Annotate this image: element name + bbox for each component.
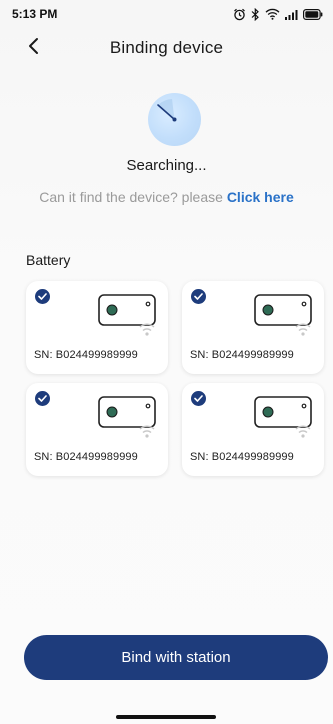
screen: 5:13 PM Binding device Searching... Can … bbox=[0, 0, 333, 724]
alarm-icon bbox=[233, 8, 246, 21]
chevron-left-icon bbox=[27, 37, 41, 60]
status-bar: 5:13 PM bbox=[0, 0, 333, 28]
check-icon[interactable] bbox=[191, 391, 206, 406]
device-card[interactable]: SN: B024499989999 bbox=[26, 383, 168, 476]
check-icon[interactable] bbox=[35, 289, 50, 304]
device-serial: SN: B024499989999 bbox=[34, 451, 138, 463]
find-device-text: Can it find the device? please bbox=[39, 189, 223, 205]
device-card[interactable]: SN: B024499989999 bbox=[26, 281, 168, 374]
device-card[interactable]: SN: B024499989999 bbox=[182, 281, 324, 374]
status-icons bbox=[233, 7, 323, 21]
click-here-link[interactable]: Click here bbox=[227, 189, 294, 205]
back-button[interactable] bbox=[22, 36, 46, 60]
wifi-icon bbox=[265, 8, 280, 20]
device-serial: SN: B024499989999 bbox=[190, 451, 294, 463]
battery-device-icon bbox=[254, 293, 316, 348]
searching-status: Searching... bbox=[126, 157, 207, 174]
device-serial: SN: B024499989999 bbox=[34, 349, 138, 361]
status-time: 5:13 PM bbox=[12, 7, 58, 21]
battery-device-icon bbox=[98, 395, 160, 450]
radar-icon bbox=[148, 93, 201, 146]
signal-icon bbox=[285, 9, 298, 20]
device-serial: SN: B024499989999 bbox=[190, 349, 294, 361]
battery-icon bbox=[303, 8, 323, 20]
check-icon[interactable] bbox=[35, 391, 50, 406]
bluetooth-icon bbox=[251, 7, 260, 21]
page-title: Binding device bbox=[109, 38, 224, 57]
device-card[interactable]: SN: B024499989999 bbox=[182, 383, 324, 476]
find-device-prompt: Can it find the device? please Click her… bbox=[0, 189, 333, 205]
section-label-battery: Battery bbox=[26, 252, 71, 268]
battery-device-icon bbox=[98, 293, 160, 348]
header: Binding device bbox=[0, 32, 333, 64]
check-icon[interactable] bbox=[191, 289, 206, 304]
battery-device-icon bbox=[254, 395, 316, 450]
bind-with-station-button[interactable]: Bind with station bbox=[24, 635, 328, 680]
home-indicator[interactable] bbox=[116, 715, 216, 719]
